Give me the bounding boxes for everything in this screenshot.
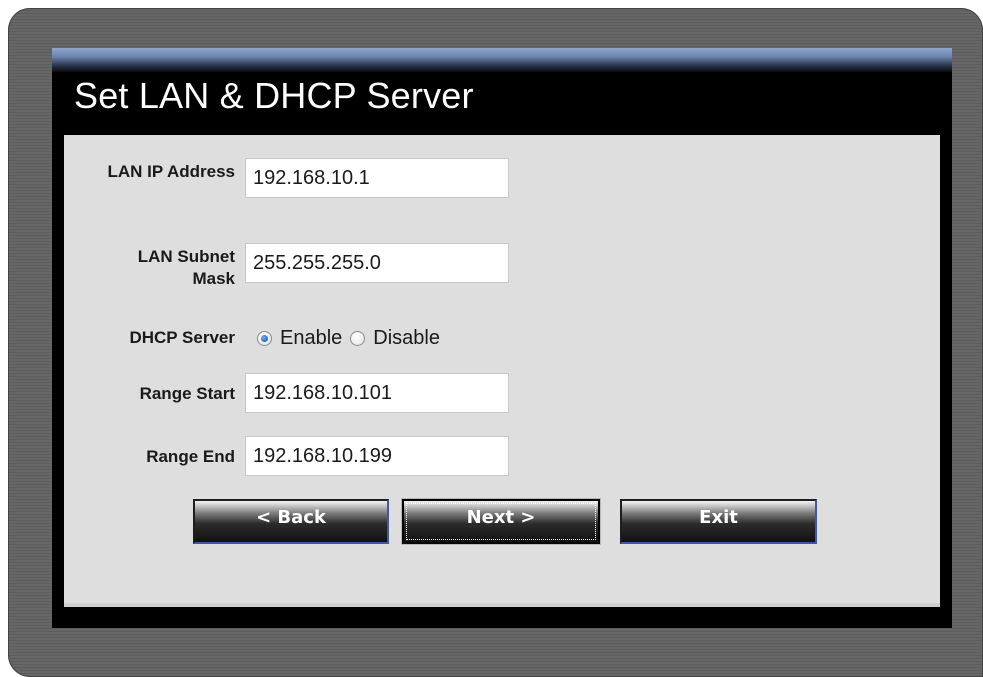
range-end-label: Range End: [146, 447, 235, 466]
subnet-mask-input[interactable]: [245, 243, 509, 283]
dhcp-enable-label[interactable]: Enable: [280, 327, 342, 350]
dhcp-server-label: DHCP Server: [129, 328, 235, 347]
page-title: Set LAN & DHCP Server: [74, 75, 474, 116]
header-accent-strip: [52, 48, 952, 72]
dhcp-enable-radio[interactable]: [257, 330, 272, 346]
exit-button[interactable]: Exit: [620, 499, 817, 544]
lan-ip-input[interactable]: [245, 158, 509, 198]
dhcp-disable-label[interactable]: Disable: [373, 327, 440, 350]
dhcp-disable-radio[interactable]: [350, 330, 366, 346]
lan-ip-label: LAN IP Address: [107, 162, 235, 181]
subnet-mask-label: LAN Subnet Mask: [137, 247, 235, 288]
form-area: LAN IP Address LAN Subnet Mask DHCP Serv…: [64, 135, 940, 607]
range-start-label: Range Start: [139, 384, 235, 403]
range-end-input[interactable]: [245, 436, 509, 476]
range-start-input[interactable]: [245, 373, 509, 413]
back-button[interactable]: < Back: [193, 499, 389, 544]
wizard-panel: Set LAN & DHCP Server LAN IP Address LAN…: [52, 48, 952, 628]
next-button[interactable]: Next >: [402, 499, 600, 544]
dhcp-server-radio-group: Enable Disable: [257, 326, 448, 350]
